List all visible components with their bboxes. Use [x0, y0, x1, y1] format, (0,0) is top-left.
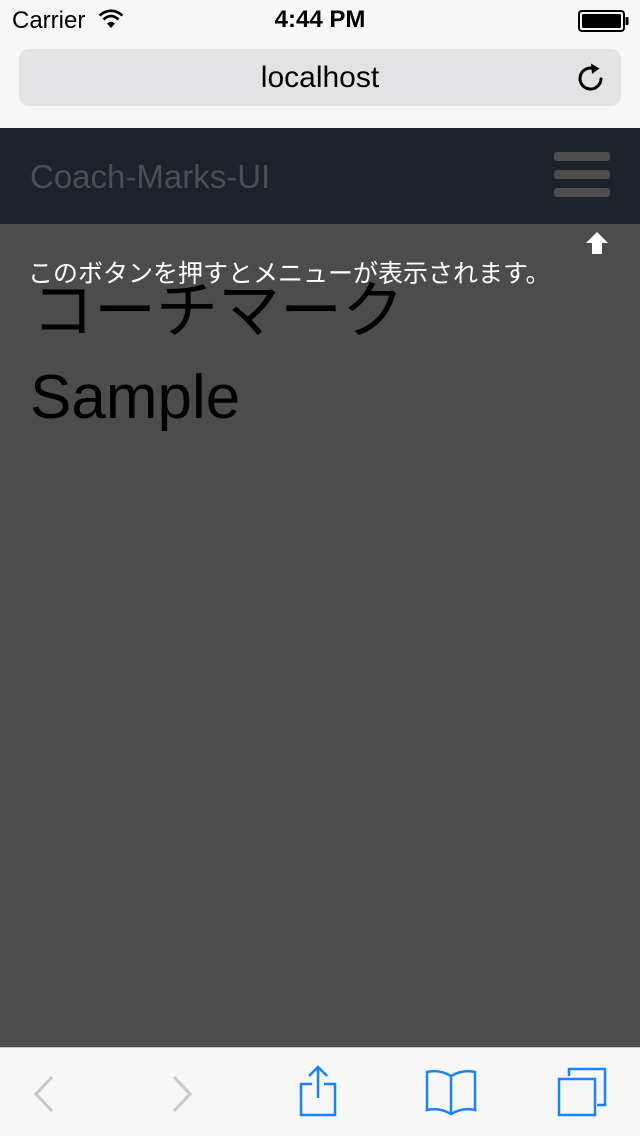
bookmarks-icon [425, 1069, 477, 1116]
coach-mark-text: このボタンを押すとメニューが表示されます。 [28, 259, 551, 288]
browser-toolbar [0, 1047, 640, 1136]
url-text: localhost [260, 61, 380, 94]
page-navbar: Coach-Marks-UI [0, 128, 640, 224]
page-subtitle: Sample [30, 363, 241, 432]
hamburger-menu-icon[interactable] [554, 152, 610, 198]
tabs-button[interactable] [542, 1048, 622, 1136]
status-time: 4:44 PM [274, 6, 366, 33]
share-button[interactable] [278, 1048, 358, 1136]
forward-icon [172, 1075, 193, 1113]
status-bar: Carrier 4:44 PM [0, 0, 640, 40]
arrow-up-icon [586, 232, 608, 254]
forward-button[interactable] [144, 1048, 224, 1136]
address-bar[interactable]: localhost [19, 49, 621, 106]
battery-icon [578, 10, 629, 32]
back-button[interactable] [4, 1048, 84, 1136]
reload-icon[interactable] [575, 62, 607, 94]
bookmarks-button[interactable] [410, 1048, 490, 1136]
back-icon [33, 1075, 54, 1113]
tabs-icon [557, 1067, 607, 1117]
share-icon [299, 1065, 337, 1117]
brand-title[interactable]: Coach-Marks-UI [30, 158, 270, 196]
browser-chrome: Carrier 4:44 PM localhost [0, 0, 640, 128]
